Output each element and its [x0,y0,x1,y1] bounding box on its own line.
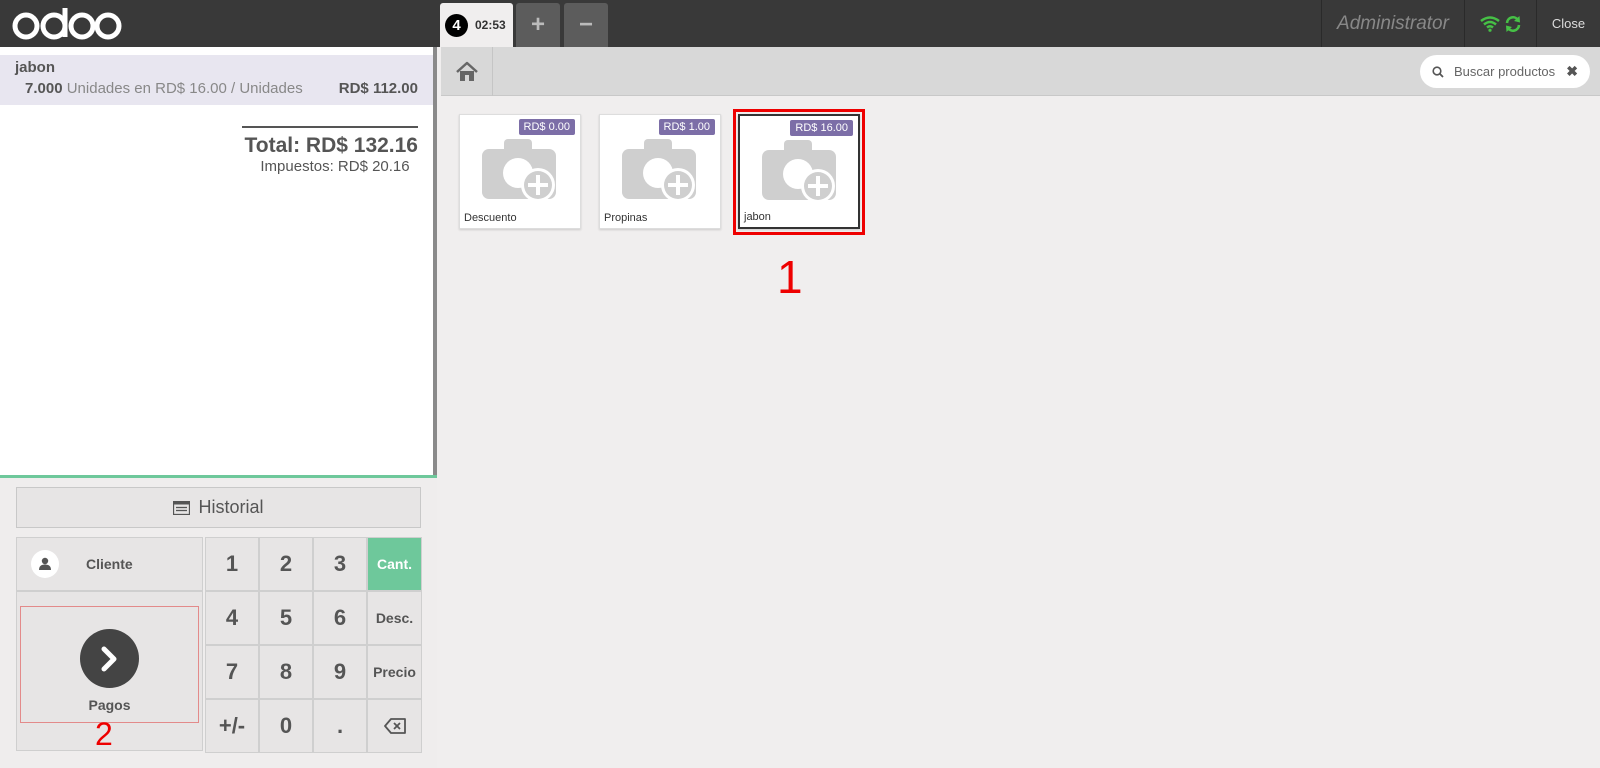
numpad: 1 2 3 Cant. 4 5 6 Desc. 7 8 9 Precio +/-… [205,537,422,753]
order-taxes: Impuestos: RD$ 20.16 [260,158,410,175]
remove-order-button[interactable]: − [564,3,608,47]
order-line-detail: 7.000 Unidades en RD$ 16.00 / Unidades [25,80,303,97]
numpad-key-2[interactable]: 2 [259,537,313,591]
product-name: Propinas [604,212,648,224]
quantity-mode-button[interactable]: Cant. [367,537,422,591]
order-line-unit: Unidades en RD$ 16.00 / Unidades [66,80,303,97]
order-line-price: RD$ 112.00 [338,80,418,97]
order-line[interactable]: jabon 7.000 Unidades en RD$ 16.00 / Unid… [0,55,433,105]
search-icon [1432,65,1444,78]
backspace-button[interactable] [367,699,422,753]
sync-icon[interactable] [1504,15,1522,33]
numpad-key-0[interactable]: 0 [259,699,313,753]
order-line-quantity: 7.000 [25,80,63,97]
order-time: 02:53 [475,18,506,32]
annotation-label-1: 1 [777,251,803,303]
status-indicators [1464,0,1536,47]
product-name: Descuento [464,212,517,224]
backspace-icon [383,718,406,734]
product-header: Buscar productos ✖ [441,47,1600,96]
numpad-key-5[interactable]: 5 [259,591,313,645]
odoo-logo [12,8,122,40]
home-icon [455,61,478,81]
order-pane: jabon 7.000 Unidades en RD$ 16.00 / Unid… [0,47,437,768]
order-tab[interactable]: 4 02:53 [440,3,513,47]
control-panel: Historial Cliente Pagos 2 1 2 3 Cant. 4 … [0,475,437,768]
payment-label: Pagos [88,697,131,713]
customer-label: Cliente [86,556,133,572]
numpad-key-sign[interactable]: +/- [205,699,259,753]
product-price: RD$ 0.00 [518,119,575,135]
product-card-descuento[interactable]: RD$ 0.00 Descuento [459,114,581,229]
top-bar: 4 02:53 + − Administrator Close [0,0,1600,47]
close-button[interactable]: Close [1536,0,1600,47]
camera-plus-icon [482,139,556,202]
order-number-badge: 4 [445,13,468,37]
numpad-key-3[interactable]: 3 [313,537,367,591]
product-pane: Buscar productos ✖ RD$ 0.00 Descuento RD… [441,47,1600,768]
camera-plus-icon [622,139,696,202]
discount-mode-button[interactable]: Desc. [367,591,422,645]
order-line-product: jabon [15,59,55,76]
numpad-key-dot[interactable]: . [313,699,367,753]
annotation-label-2: 2 [95,716,113,752]
annotation-highlight-box [733,109,865,235]
historial-label: Historial [198,497,264,517]
chevron-right-icon [80,629,139,688]
numpad-key-6[interactable]: 6 [313,591,367,645]
product-card-propinas[interactable]: RD$ 1.00 Propinas [599,114,721,229]
order-total: Total: RD$ 132.16 [244,134,418,157]
product-search[interactable]: Buscar productos ✖ [1420,55,1590,88]
search-input[interactable]: Buscar productos [1454,64,1556,79]
numpad-key-4[interactable]: 4 [205,591,259,645]
product-price: RD$ 1.00 [658,119,715,135]
home-button[interactable] [441,47,493,96]
list-icon [173,500,191,515]
clear-search-icon[interactable]: ✖ [1566,63,1578,80]
order-summary: Total: RD$ 132.16 Impuestos: RD$ 20.16 [242,126,418,175]
numpad-key-8[interactable]: 8 [259,645,313,699]
historial-button[interactable]: Historial [16,487,421,528]
customer-button[interactable]: Cliente [16,537,203,591]
add-order-button[interactable]: + [516,3,560,47]
numpad-key-1[interactable]: 1 [205,537,259,591]
price-mode-button[interactable]: Precio [367,645,422,699]
payment-button[interactable]: Pagos [20,606,199,723]
user-name: Administrator [1321,0,1464,47]
numpad-key-9[interactable]: 9 [313,645,367,699]
wifi-icon [1479,15,1500,32]
user-icon [31,550,59,578]
numpad-key-7[interactable]: 7 [205,645,259,699]
